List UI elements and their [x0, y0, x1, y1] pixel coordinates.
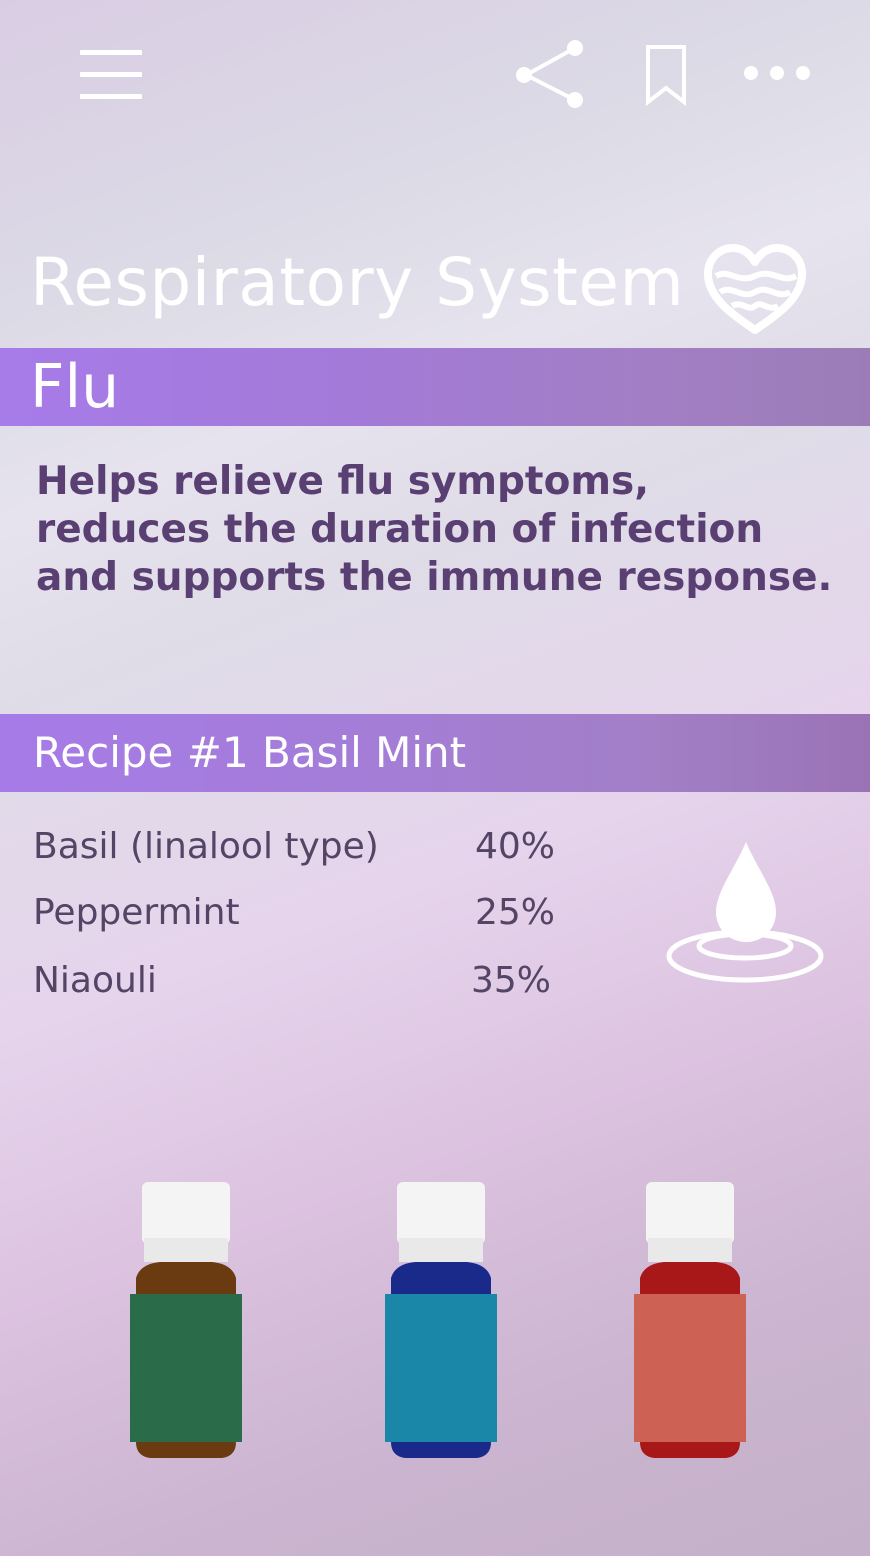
bookmark-button[interactable]	[644, 44, 688, 107]
more-dot	[796, 66, 810, 80]
condition-name: Flu	[30, 352, 120, 422]
share-button[interactable]	[512, 38, 586, 112]
menu-line	[80, 72, 142, 77]
menu-line	[80, 94, 142, 99]
recipe-title: Recipe #1 Basil Mint	[33, 728, 467, 777]
ingredient-percent: 25%	[475, 892, 556, 933]
bottle-label	[385, 1294, 497, 1442]
essential-oil-bottle	[385, 1182, 497, 1458]
menu-button[interactable]	[80, 50, 142, 100]
ingredient-percent: 40%	[475, 826, 556, 867]
ingredient-row: Basil (linalool type) 40%	[33, 826, 593, 876]
essential-oil-bottle	[130, 1182, 242, 1458]
hamburger-menu-icon	[80, 50, 142, 55]
ingredient-percent: 35%	[471, 960, 552, 1001]
ingredient-name: Basil (linalool type)	[33, 826, 379, 867]
heart-waves-icon	[704, 244, 806, 334]
water-drop-icon	[666, 842, 824, 983]
more-horizontal-icon	[744, 66, 758, 80]
condition-description: Helps relieve flu symptoms, reduces the …	[36, 459, 833, 600]
more-dot	[770, 66, 784, 80]
ingredient-row: Peppermint 25%	[33, 892, 593, 942]
ingredient-name: Niaouli	[33, 960, 157, 1001]
page-title: Respiratory System	[30, 244, 685, 321]
condition-banner	[0, 348, 870, 426]
share-icon	[516, 40, 583, 108]
bookmark-icon	[646, 45, 686, 107]
ingredient-row: Niaouli 35%	[33, 960, 593, 1010]
essential-oil-bottle	[634, 1182, 746, 1458]
bottle-label	[130, 1294, 242, 1442]
bottle-label	[634, 1294, 746, 1442]
more-options-button[interactable]	[744, 66, 814, 82]
ingredient-name: Peppermint	[33, 892, 240, 933]
